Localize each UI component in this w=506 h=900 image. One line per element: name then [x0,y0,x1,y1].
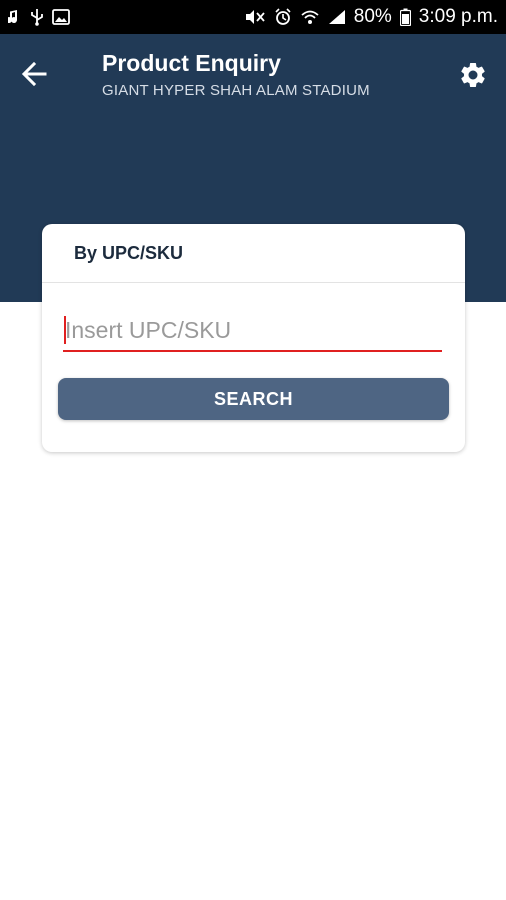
audio-icon [8,7,22,27]
upc-sku-input[interactable] [63,310,442,350]
page-title: Product Enquiry [102,50,281,76]
upc-sku-field [63,310,442,352]
battery-icon [399,7,411,27]
search-button[interactable]: SEARCH [58,378,449,420]
card-title: By UPC/SKU [74,242,184,263]
gear-icon [458,60,488,95]
usb-icon [30,7,44,27]
signal-icon [328,7,346,27]
arrow-left-icon [21,61,47,92]
status-bar: 80% 3:09 p.m. [0,0,506,34]
status-time: 3:09 p.m. [418,6,498,27]
mute-icon [244,7,266,27]
image-icon [52,7,70,27]
store-name: GIANT HYPER SHAH ALAM STADIUM [102,82,370,99]
back-button[interactable] [14,56,54,96]
status-left-icons [8,7,70,27]
battery-percentage: 80% [353,6,392,27]
card-header: By UPC/SKU [42,224,465,283]
search-card: By UPC/SKU SEARCH [42,224,465,452]
settings-button[interactable] [452,56,494,98]
status-right-icons: 80% 3:09 p.m. [244,6,498,28]
wifi-icon [300,7,320,27]
alarm-icon [274,7,292,27]
text-cursor [64,316,66,344]
